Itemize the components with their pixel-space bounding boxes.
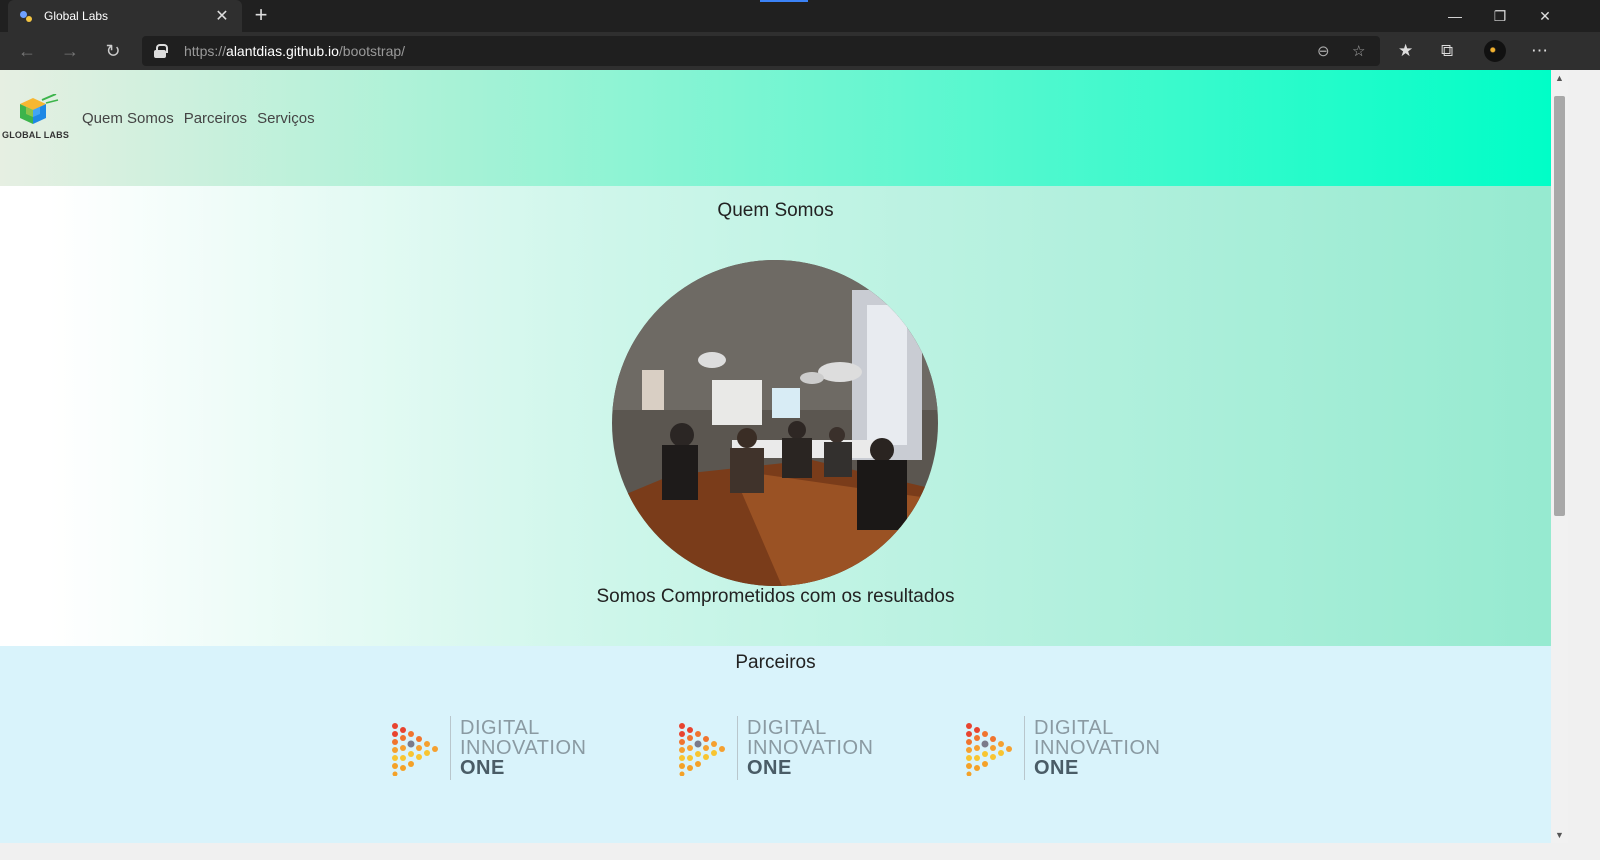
tab-close-icon[interactable]: ✕ (212, 6, 232, 26)
dio-divider (1024, 716, 1025, 780)
scrollbar-thumb[interactable] (1554, 96, 1565, 516)
page-viewport: GLOBAL LABS Quem Somos Parceiros Serviço… (0, 70, 1551, 860)
dio-play-icon (392, 723, 438, 776)
profile-avatar[interactable] (1484, 40, 1506, 62)
dio-wordmark: DIGITAL INNOVATION ONE (460, 717, 587, 779)
dio-divider (450, 716, 451, 780)
main-nav: Quem Somos Parceiros Serviços (82, 110, 315, 127)
window-accent (760, 0, 808, 2)
dio-divider (737, 716, 738, 780)
new-tab-button[interactable]: + (248, 3, 274, 29)
team-office-photo (612, 260, 938, 586)
browser-tab[interactable]: Global Labs ✕ (8, 0, 242, 32)
address-bar[interactable]: https://alantdias.github.io/bootstrap/ ⊖… (142, 36, 1380, 66)
dio-play-icon (966, 723, 1012, 776)
restore-icon[interactable]: ❐ (1477, 0, 1523, 32)
dio-play-icon (679, 723, 725, 776)
scroll-down-icon[interactable]: ▼ (1551, 827, 1568, 843)
close-window-icon[interactable]: ✕ (1522, 0, 1568, 32)
logo-text: GLOBAL LABS (2, 130, 70, 140)
more-options-icon[interactable]: ⋯ (1531, 41, 1548, 61)
minimize-icon[interactable]: — (1432, 0, 1478, 32)
partner-logo-dio[interactable]: DIGITAL INNOVATION ONE (678, 716, 878, 782)
tab-favicon-icon (18, 8, 34, 24)
nav-link-servicos[interactable]: Serviços (257, 110, 315, 127)
favorites-icon[interactable]: ★ (1398, 41, 1413, 61)
browser-titlebar: Global Labs ✕ + — ❐ ✕ (0, 0, 1600, 32)
scroll-up-icon[interactable]: ▲ (1551, 70, 1568, 86)
window-edge (1568, 70, 1600, 860)
tab-title: Global Labs (44, 9, 109, 23)
partner-logo-dio[interactable]: DIGITAL INNOVATION ONE (391, 716, 591, 782)
browser-toolbar: ← → ↻ https://alantdias.github.io/bootst… (0, 32, 1600, 70)
dio-wordmark: DIGITAL INNOVATION ONE (747, 717, 874, 779)
dio-wordmark: DIGITAL INNOVATION ONE (1034, 717, 1161, 779)
about-section: Quem Somos Somos Comprometidos com os re… (0, 186, 1551, 646)
site-header: GLOBAL LABS Quem Somos Parceiros Serviço… (0, 70, 1551, 186)
partners-section: Parceiros DIGITAL INNOVATION ONE DIGITAL… (0, 646, 1551, 860)
partners-title: Parceiros (735, 652, 816, 673)
lock-icon (154, 44, 168, 58)
window-bottom-edge (0, 843, 1568, 860)
collections-icon[interactable]: ⧉ (1441, 41, 1453, 61)
nav-link-quem-somos[interactable]: Quem Somos (82, 110, 174, 127)
url-text[interactable]: https://alantdias.github.io/bootstrap/ (184, 43, 405, 59)
add-favorite-icon[interactable]: ☆ (1352, 42, 1365, 60)
refresh-icon[interactable]: ↻ (98, 36, 128, 66)
zoom-out-icon[interactable]: ⊖ (1317, 42, 1330, 60)
about-tagline: Somos Comprometidos com os resultados (596, 586, 955, 607)
forward-icon[interactable]: → (55, 36, 85, 66)
about-title: Quem Somos (717, 200, 834, 221)
back-icon[interactable]: ← (12, 36, 42, 66)
nav-link-parceiros[interactable]: Parceiros (184, 110, 247, 127)
partner-logo-dio[interactable]: DIGITAL INNOVATION ONE (965, 716, 1165, 782)
page-scrollbar[interactable]: ▲ ▼ (1551, 70, 1568, 843)
